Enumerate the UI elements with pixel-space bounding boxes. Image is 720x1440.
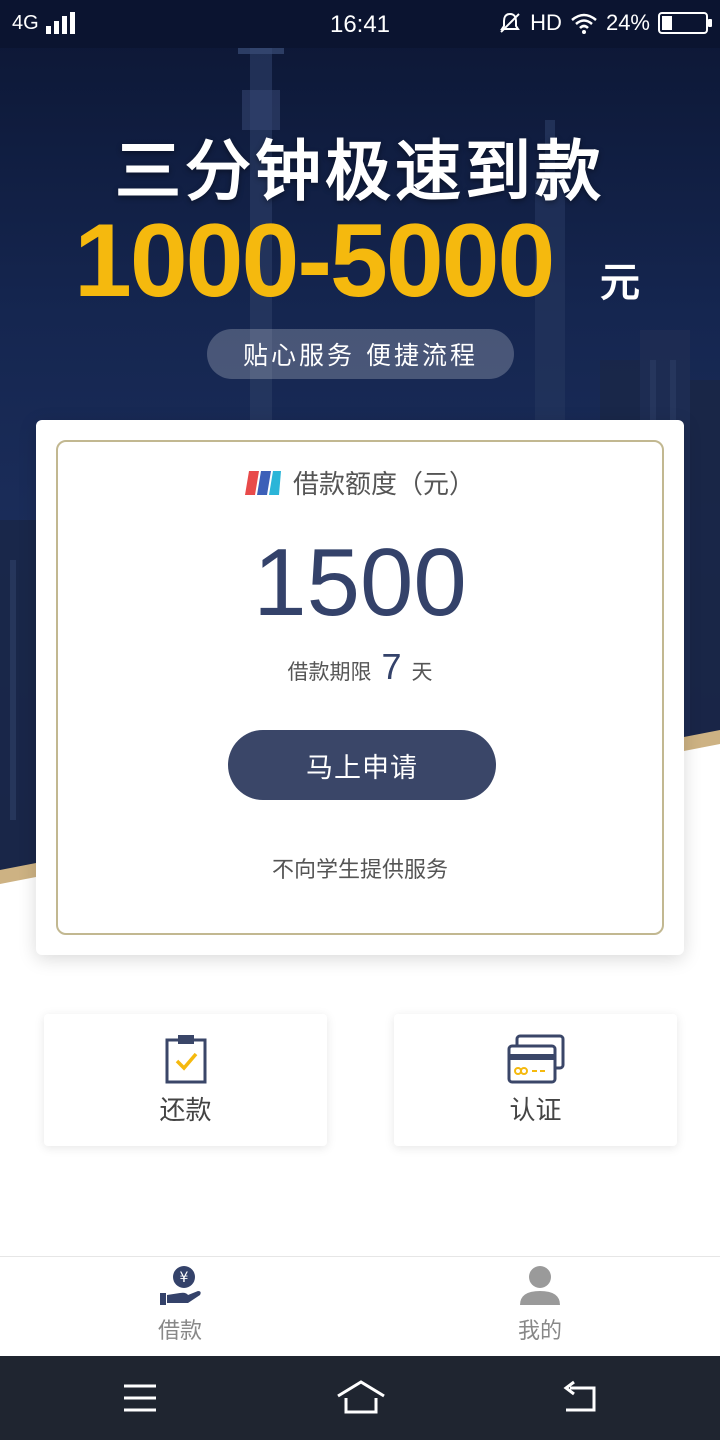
hero-tagline: 贴心服务 便捷流程 bbox=[207, 329, 514, 379]
tab-mine[interactable]: 我的 bbox=[360, 1257, 720, 1357]
bell-muted-icon bbox=[500, 12, 521, 33]
quota-title: 借款额度（元） bbox=[292, 470, 475, 500]
id-card-icon bbox=[507, 1034, 564, 1084]
quota-title-row: 借款额度（元） bbox=[58, 464, 662, 501]
loan-term-row: 借款期限 7 天 bbox=[58, 646, 662, 688]
hero-headline: 三分钟极速到款 bbox=[115, 133, 605, 210]
term-unit: 天 bbox=[411, 660, 433, 684]
battery-percent: 24% bbox=[605, 10, 650, 35]
hand-money-icon: ¥ bbox=[160, 1266, 201, 1305]
repay-tile-label: 还款 bbox=[159, 1096, 212, 1126]
bottom-tab-bar: ¥ 借款 我的 bbox=[0, 1256, 720, 1356]
back-icon[interactable] bbox=[560, 1378, 600, 1418]
system-nav-bar bbox=[0, 1356, 720, 1440]
tab-loan[interactable]: ¥ 借款 bbox=[0, 1257, 360, 1357]
svg-text:¥: ¥ bbox=[180, 1270, 189, 1286]
battery-icon bbox=[658, 12, 712, 34]
menu-icon[interactable] bbox=[122, 1378, 158, 1418]
verify-tile-label: 认证 bbox=[509, 1096, 562, 1126]
wifi-icon bbox=[571, 13, 597, 34]
hero-amount-unit: 元 bbox=[600, 260, 640, 306]
term-value: 7 bbox=[381, 646, 402, 687]
hero-amount-range: 1000-5000 bbox=[74, 203, 555, 319]
student-notice: 不向学生提供服务 bbox=[271, 858, 448, 883]
tab-loan-label: 借款 bbox=[157, 1319, 202, 1344]
loan-card: 借款额度（元） 1500 借款期限 7 天 马上申请 不向学生提供服务 bbox=[36, 420, 684, 955]
brand-logo-icon bbox=[244, 470, 281, 495]
status-bar: 4G 16:41 HD 24% bbox=[0, 0, 720, 48]
loan-card-frame: 借款额度（元） 1500 借款期限 7 天 马上申请 不向学生提供服务 bbox=[56, 440, 664, 935]
hd-indicator: HD bbox=[530, 10, 562, 35]
tab-mine-label: 我的 bbox=[517, 1319, 562, 1344]
apply-now-button[interactable]: 马上申请 bbox=[228, 730, 496, 800]
person-icon bbox=[520, 1266, 560, 1305]
battery-level-fill bbox=[662, 16, 673, 30]
verify-tile[interactable]: 认证 bbox=[394, 1014, 677, 1146]
home-icon[interactable] bbox=[336, 1378, 386, 1418]
term-label: 借款期限 bbox=[287, 660, 372, 684]
repay-tile[interactable]: 还款 bbox=[44, 1014, 327, 1146]
quota-value: 1500 bbox=[253, 529, 467, 636]
clipboard-check-icon bbox=[165, 1035, 206, 1084]
